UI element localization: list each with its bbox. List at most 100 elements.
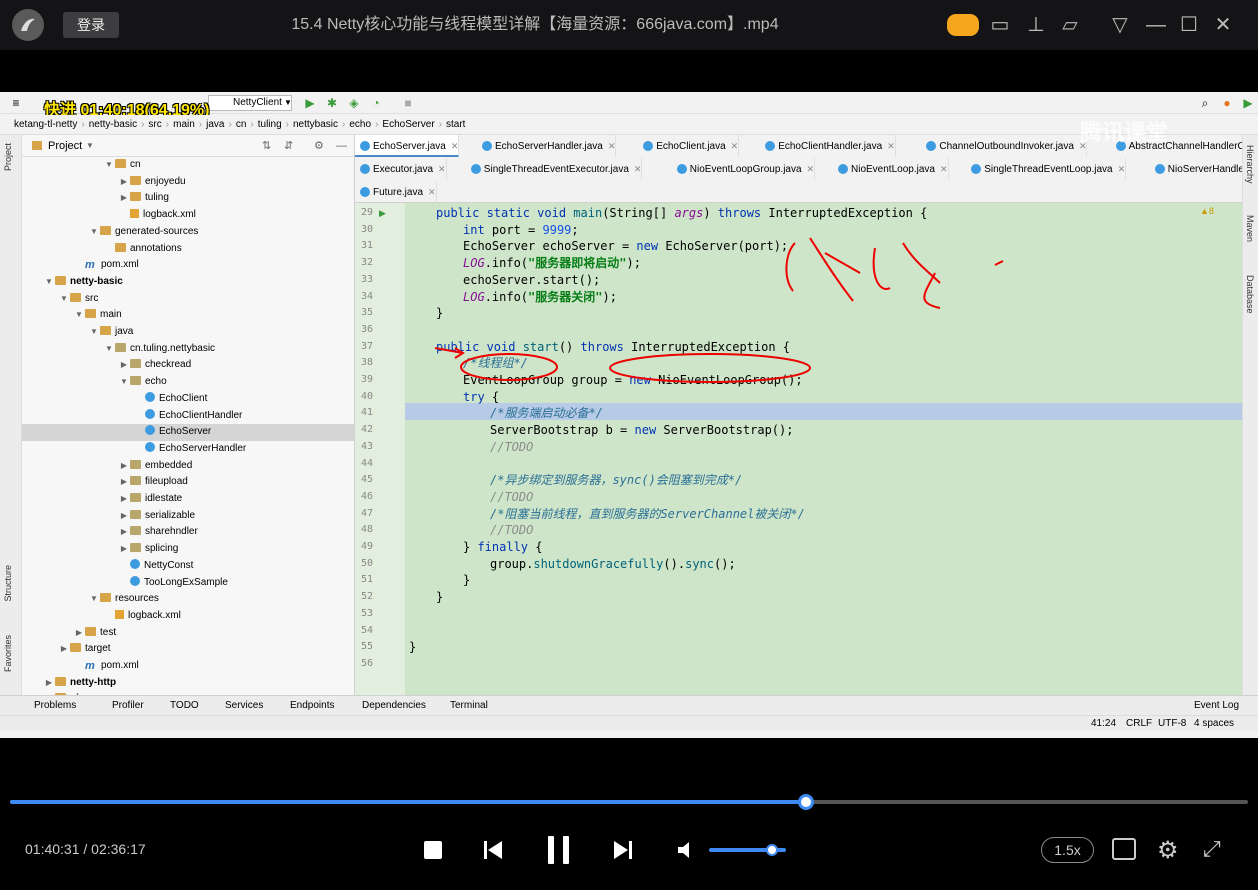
tree-item[interactable]: EchoClient: [22, 391, 354, 408]
chevron-right-icon[interactable]: ▶: [118, 458, 130, 475]
favorites-tool-tab[interactable]: Favorites: [3, 635, 13, 672]
breadcrumb-item[interactable]: java: [206, 119, 224, 130]
menu-icon[interactable]: ≡: [8, 95, 24, 111]
code-editor[interactable]: 29 30 31 32 33 34 35 36 37 38 39 40 41 42 43 44 45 46 47 48…: [355, 203, 1258, 695]
event-log-tab[interactable]: Event Log: [1194, 696, 1239, 716]
cast-screen-icon[interactable]: ▭: [988, 13, 1012, 37]
volume-handle[interactable]: [766, 844, 778, 856]
search-icon[interactable]: ⌕: [1197, 95, 1213, 111]
tab-close-icon[interactable]: ✕: [634, 164, 642, 174]
tree-item[interactable]: ▶ embedded: [22, 458, 354, 475]
run-icon[interactable]: ▶: [302, 95, 318, 111]
tree-item[interactable]: ▶ sharehndler: [22, 524, 354, 541]
dependencies-tab[interactable]: Dependencies: [362, 696, 426, 716]
tab-close-icon[interactable]: ✕: [887, 141, 895, 151]
database-tool-tab[interactable]: Database: [1245, 275, 1255, 314]
debug-icon[interactable]: ✱: [324, 95, 340, 111]
pin-icon[interactable]: ⊥: [1024, 13, 1048, 37]
tree-item[interactable]: ▶ target: [22, 641, 354, 658]
terminal-tab[interactable]: Terminal: [450, 696, 488, 716]
tab-close-icon[interactable]: ✕: [940, 164, 948, 174]
file-encoding[interactable]: UTF-8: [1158, 716, 1186, 732]
indent-setting[interactable]: 4 spaces: [1194, 716, 1234, 732]
breadcrumb-item[interactable]: nettybasic: [293, 119, 338, 130]
chevron-right-icon[interactable]: ▶: [58, 641, 70, 658]
chevron-down-icon[interactable]: ▼: [43, 274, 55, 291]
volume-icon[interactable]: [676, 840, 698, 860]
tree-item[interactable]: ▼ netty-basic: [22, 274, 354, 291]
breadcrumb-item[interactable]: src: [148, 119, 161, 130]
tree-item[interactable]: ▶ splicing: [22, 541, 354, 558]
tree-item[interactable]: ▶ test: [22, 625, 354, 642]
chevron-down-icon[interactable]: ▼: [86, 135, 94, 157]
tree-item[interactable]: ▶ idlestate: [22, 491, 354, 508]
tree-item[interactable]: EchoServerHandler: [22, 441, 354, 458]
chevron-right-icon[interactable]: ▶: [43, 675, 55, 692]
tree-item[interactable]: ▶ fileupload: [22, 474, 354, 491]
tree-item[interactable]: logback.xml: [22, 207, 354, 224]
chevron-right-icon[interactable]: ▶: [118, 190, 130, 207]
chevron-down-icon[interactable]: ▼: [88, 324, 100, 341]
chevron-right-icon[interactable]: ▶: [118, 508, 130, 525]
breadcrumb-item[interactable]: cn: [236, 119, 247, 130]
tree-item[interactable]: ▼ java: [22, 324, 354, 341]
chevron-down-icon[interactable]: ▼: [73, 307, 85, 324]
tree-item[interactable]: ▶ netty-http: [22, 675, 354, 692]
chevron-right-icon[interactable]: ▶: [118, 524, 130, 541]
editor-tab[interactable]: SingleThreadEventLoop.java ✕: [966, 158, 1127, 180]
chevron-down-icon[interactable]: ▼: [118, 374, 130, 391]
chevron-down-icon[interactable]: ▼: [103, 157, 115, 174]
breadcrumb-item[interactable]: tuling: [258, 119, 282, 130]
breadcrumb-item[interactable]: echo: [349, 119, 371, 130]
editor-tab[interactable]: EchoServerHandler.java ✕: [477, 135, 617, 157]
pause-button[interactable]: [546, 835, 572, 865]
chevron-down-icon[interactable]: ▼: [88, 224, 100, 241]
collapse-all-icon[interactable]: ⇅: [262, 135, 271, 157]
chevron-down-icon[interactable]: ▼: [103, 341, 115, 358]
tab-close-icon[interactable]: ✕: [731, 141, 739, 151]
services-tab[interactable]: Services: [225, 696, 263, 716]
tree-item[interactable]: logback.xml: [22, 608, 354, 625]
tab-close-icon[interactable]: ✕: [608, 141, 616, 151]
tree-item[interactable]: ▼ echo: [22, 374, 354, 391]
tree-item[interactable]: EchoClientHandler: [22, 408, 354, 425]
tree-item[interactable]: NettyConst: [22, 558, 354, 575]
tree-item[interactable]: ▼ resources: [22, 591, 354, 608]
todo-tab[interactable]: TODO: [170, 696, 199, 716]
breadcrumb-item[interactable]: ketang-tl-netty: [14, 119, 77, 130]
playlist-icon[interactable]: [1112, 838, 1136, 860]
maximize-icon[interactable]: ☐: [1177, 13, 1201, 37]
chevron-down-icon[interactable]: ▼: [88, 591, 100, 608]
breadcrumb-item[interactable]: start: [446, 119, 465, 130]
gear-icon[interactable]: ⚙: [314, 135, 324, 157]
stop-icon[interactable]: ■: [400, 95, 416, 111]
chevron-down-icon[interactable]: ▼: [58, 291, 70, 308]
editor-tab[interactable]: Executor.java ✕: [355, 158, 447, 180]
tree-item[interactable]: ▶ serializable: [22, 508, 354, 525]
tab-close-icon[interactable]: ✕: [451, 141, 459, 151]
project-tool-tab[interactable]: Project: [3, 143, 13, 171]
editor-tab[interactable]: EchoServer.java ✕: [355, 135, 460, 157]
tree-item[interactable]: ▼ generated-sources: [22, 224, 354, 241]
settings-gear-icon[interactable]: ⚙: [1157, 836, 1179, 865]
endpoints-tab[interactable]: Endpoints: [290, 696, 334, 716]
tree-item[interactable]: ▶ enjoyedu: [22, 174, 354, 191]
structure-tool-tab[interactable]: Structure: [3, 565, 13, 602]
editor-tab[interactable]: Future.java ✕: [355, 181, 437, 203]
breadcrumb-item[interactable]: EchoServer: [382, 119, 434, 130]
profiler-tab[interactable]: Profiler: [112, 696, 144, 716]
dropdown-menu-icon[interactable]: ▽: [1108, 13, 1132, 37]
chevron-right-icon[interactable]: ▶: [118, 491, 130, 508]
tree-item[interactable]: ▶ tuling: [22, 190, 354, 207]
breadcrumb-item[interactable]: netty-basic: [89, 119, 137, 130]
tree-item[interactable]: EchoServer: [22, 424, 354, 441]
breadcrumb-item[interactable]: main: [173, 119, 195, 130]
editor-tab[interactable]: ChannelOutboundInvoker.java ✕: [921, 135, 1088, 157]
editor-tab[interactable]: NioEventLoopGroup.java ✕: [672, 158, 816, 180]
expand-icon[interactable]: ⇵: [284, 135, 293, 157]
editor-tab[interactable]: NioEventLoop.java ✕: [833, 158, 949, 180]
chevron-right-icon[interactable]: ▶: [73, 625, 85, 642]
login-button[interactable]: 登录: [63, 12, 119, 38]
minimize-icon[interactable]: —: [1144, 13, 1168, 37]
previous-button[interactable]: [482, 839, 504, 861]
